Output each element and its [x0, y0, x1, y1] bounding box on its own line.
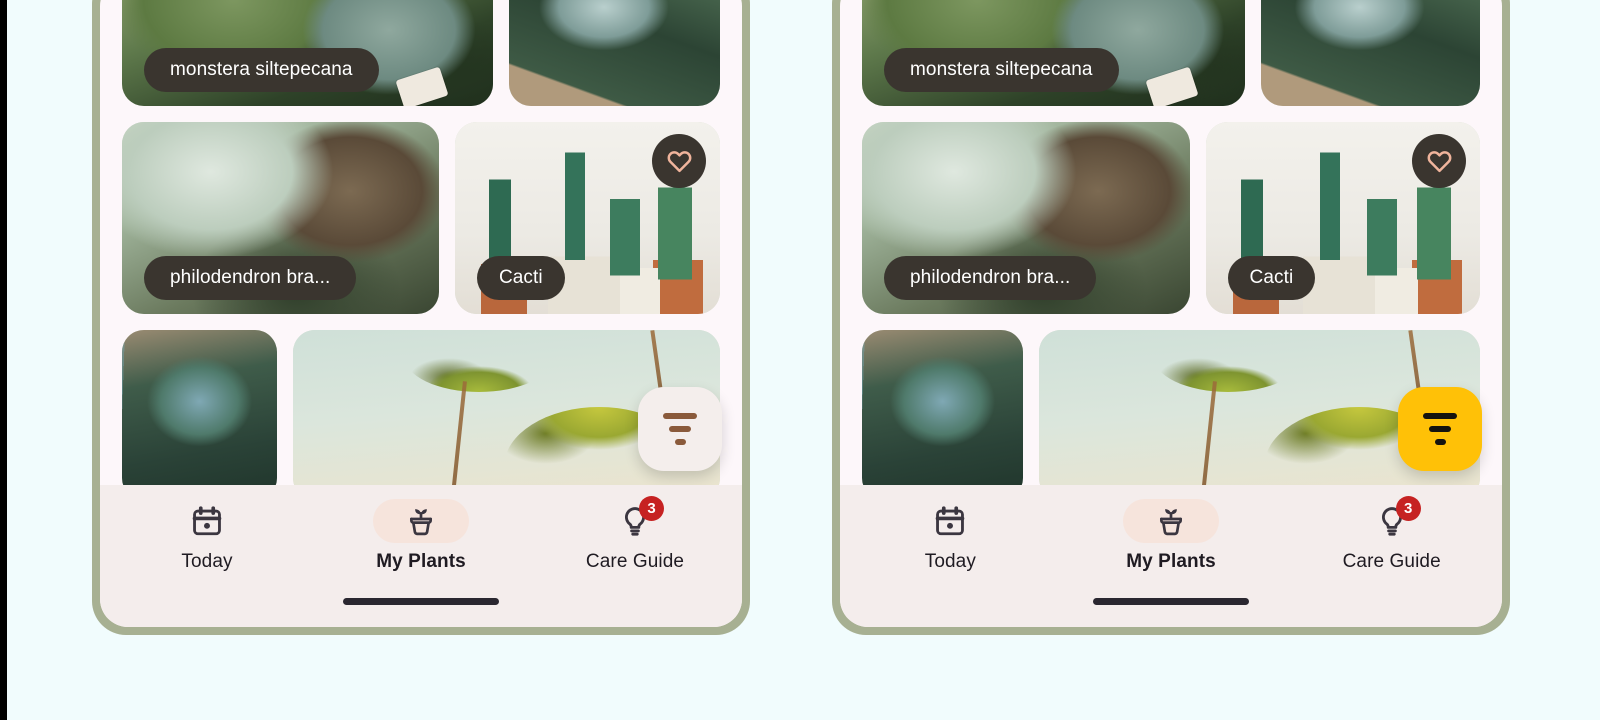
nav-item-my-plants[interactable]: My Plants	[1061, 499, 1282, 573]
nav-item-label: My Plants	[1126, 551, 1216, 572]
plant-photo-spider-plant	[862, 330, 1023, 500]
plant-card-spider-plant[interactable]	[122, 330, 278, 500]
plant-name-chip: philodendron bra...	[144, 256, 357, 300]
notification-badge: 3	[1395, 496, 1421, 521]
plant-card-rhapis-palm[interactable]	[508, 0, 720, 106]
plant-card-spider-plant[interactable]	[862, 330, 1023, 500]
screenshot-root: monstera siltepecana philodendron bra... C…	[0, 0, 1600, 720]
left-edge-strip	[0, 0, 7, 720]
plant-card-philodendron-brandtianum[interactable]: philodendron bra...	[122, 122, 439, 314]
photo-grid-row	[122, 330, 720, 500]
filter-icon	[663, 413, 697, 445]
plant-name-chip: monstera siltepecana	[144, 48, 379, 92]
potted-plant-icon	[404, 504, 438, 538]
heart-icon	[666, 148, 693, 175]
nav-item-label: Care Guide	[585, 551, 685, 572]
nav-item-label: Today	[181, 551, 233, 572]
lightbulb-icon: 3	[1375, 496, 1421, 538]
nav-icon-pill	[373, 499, 469, 543]
lightbulb-icon: 3	[618, 496, 664, 538]
home-indicator[interactable]	[1093, 598, 1249, 605]
photo-grid-row: monstera siltepecana	[122, 0, 720, 106]
plant-name-chip: monstera siltepecana	[884, 48, 1119, 92]
nav-item-label: Today	[924, 551, 976, 572]
nav-icon-pill: 3	[587, 496, 683, 543]
calendar-icon	[933, 504, 967, 538]
filter-fab-button[interactable]	[1398, 387, 1482, 471]
photo-grid-row: philodendron bra... Cacti	[122, 122, 720, 314]
nav-item-my-plants[interactable]: My Plants	[314, 499, 528, 573]
plant-card-monstera-siltepecana[interactable]: monstera siltepecana	[122, 0, 493, 106]
plant-card-cacti[interactable]: Cacti	[454, 122, 720, 314]
plant-card-cacti[interactable]: Cacti	[1205, 122, 1480, 314]
bottom-navigation-bar: Today My Plants 3 Care Guide	[840, 485, 1502, 627]
nav-icon-pill	[1123, 499, 1219, 543]
favorite-button[interactable]	[652, 134, 706, 188]
filter-icon	[1423, 413, 1457, 445]
nav-item-care-guide[interactable]: 3 Care Guide	[528, 496, 742, 573]
plant-name-chip: Cacti	[1227, 256, 1316, 300]
plant-name-chip: Cacti	[476, 256, 565, 300]
notification-badge: 3	[639, 496, 664, 521]
nav-item-today[interactable]: Today	[840, 499, 1061, 573]
bottom-navigation-bar: Today My Plants 3 Care Guide	[100, 485, 742, 627]
plant-photo-spider-plant	[122, 330, 278, 500]
nav-icon-pill	[159, 499, 255, 543]
nav-item-care-guide[interactable]: 3 Care Guide	[1281, 496, 1502, 573]
phone-mockup-left: monstera siltepecana philodendron bra... C…	[92, 0, 750, 635]
plant-name-chip: philodendron bra...	[884, 256, 1097, 300]
plant-photo-rhapis-palm	[1261, 0, 1480, 106]
nav-item-label: My Plants	[376, 551, 466, 572]
phone-screen-right: monstera siltepecana philodendron bra... C…	[840, 0, 1502, 627]
calendar-icon	[190, 504, 224, 538]
photo-grid-row: philodendron bra... Cacti	[862, 122, 1480, 314]
nav-icon-pill	[902, 499, 998, 543]
nav-item-today[interactable]: Today	[100, 499, 314, 573]
photo-grid-row: monstera siltepecana	[862, 0, 1480, 106]
photo-grid-row	[862, 330, 1480, 500]
filter-fab-button[interactable]	[638, 387, 722, 471]
plant-card-philodendron-brandtianum[interactable]: philodendron bra...	[862, 122, 1190, 314]
plant-card-monstera-siltepecana[interactable]: monstera siltepecana	[862, 0, 1246, 106]
nav-item-label: Care Guide	[1342, 551, 1441, 572]
nav-icon-pill: 3	[1344, 496, 1440, 543]
plant-photo-rhapis-palm	[508, 0, 720, 106]
potted-plant-icon	[1154, 504, 1188, 538]
phone-mockup-right: monstera siltepecana philodendron bra... C…	[832, 0, 1510, 635]
phone-screen-left: monstera siltepecana philodendron bra... C…	[100, 0, 742, 627]
heart-icon	[1426, 148, 1453, 175]
favorite-button[interactable]	[1412, 134, 1466, 188]
home-indicator[interactable]	[343, 598, 499, 605]
plant-card-rhapis-palm[interactable]	[1261, 0, 1480, 106]
